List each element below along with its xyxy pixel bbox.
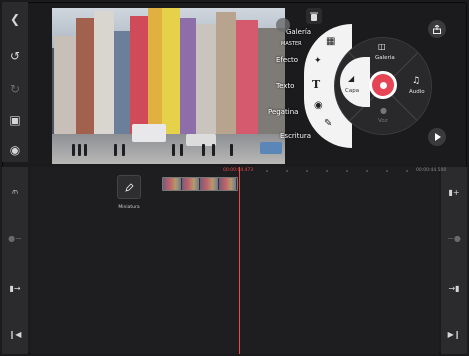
add-layer-icon[interactable]: ▮+ bbox=[441, 181, 467, 203]
preview-building bbox=[162, 8, 180, 136]
music-note-icon[interactable]: ♫ bbox=[412, 76, 420, 86]
share-icon bbox=[433, 24, 441, 34]
preview-person bbox=[180, 144, 183, 156]
split-icon[interactable]: ⫙ bbox=[2, 181, 28, 203]
preview-person bbox=[72, 144, 75, 156]
sticker-icon[interactable]: ◉ bbox=[314, 100, 323, 111]
play-button[interactable] bbox=[428, 128, 446, 146]
preview-building bbox=[76, 18, 94, 136]
texto-label[interactable]: Texto bbox=[276, 82, 294, 90]
wheel-galeria-label[interactable]: Galeria bbox=[375, 55, 395, 61]
preview-person bbox=[202, 144, 205, 156]
fullscreen-icon[interactable]: ▣ bbox=[2, 109, 28, 131]
clip-frame bbox=[181, 178, 200, 190]
preview-building bbox=[148, 8, 162, 136]
end-timecode: 00:00:44.500 bbox=[416, 168, 447, 173]
timeline-right-toolbar: ▮+ −● →▮ ▶❙ bbox=[441, 167, 467, 354]
video-preview[interactable] bbox=[52, 8, 285, 164]
preview-building bbox=[130, 16, 148, 136]
record-hub-button[interactable] bbox=[369, 71, 397, 99]
share-button[interactable] bbox=[428, 20, 446, 38]
delete-button[interactable] bbox=[306, 8, 322, 24]
jump-start-icon[interactable]: ❙◀ bbox=[2, 323, 28, 345]
clip-frame bbox=[218, 178, 237, 190]
clip-frame bbox=[163, 178, 182, 190]
preview-building bbox=[196, 24, 216, 136]
left-toolbar: ❮ ↺ ↻ ▣ ◉ bbox=[2, 2, 28, 162]
handwriting-icon[interactable]: ✎ bbox=[324, 118, 332, 129]
clip-frame bbox=[200, 178, 219, 190]
timeline-left-toolbar: ⫙ ●− ▮→ ❙◀ bbox=[2, 167, 28, 354]
volume-down-icon[interactable]: ●− bbox=[2, 227, 28, 249]
preview-person bbox=[84, 144, 87, 156]
preview-building bbox=[236, 20, 258, 136]
undo-icon[interactable]: ↺ bbox=[2, 45, 28, 67]
timeline[interactable]: 00:00:04.473 00:00:44.500 Miniatura bbox=[30, 167, 446, 354]
layer-icon[interactable]: ◢ bbox=[348, 74, 354, 83]
playhead[interactable] bbox=[239, 167, 240, 354]
image-icon[interactable]: ▦ bbox=[326, 36, 335, 47]
thumbnail-label: Miniatura bbox=[118, 205, 140, 210]
microphone-icon[interactable]: ● bbox=[380, 106, 387, 115]
preview-building bbox=[180, 18, 196, 136]
preview-building bbox=[114, 31, 130, 136]
preview-person bbox=[172, 144, 175, 156]
preview-person bbox=[230, 144, 233, 156]
back-icon[interactable]: ❮ bbox=[2, 8, 28, 30]
wheel-capa-label[interactable]: Capa bbox=[345, 88, 359, 94]
hub-dot-icon bbox=[379, 81, 387, 89]
jump-end-icon[interactable]: ▶❙ bbox=[441, 323, 467, 345]
volume-up-icon[interactable]: −● bbox=[441, 227, 467, 249]
trash-icon bbox=[310, 12, 318, 21]
video-clip[interactable] bbox=[162, 177, 238, 191]
effect-icon[interactable]: ✦ bbox=[314, 56, 322, 66]
settings-gear-icon[interactable] bbox=[276, 18, 290, 32]
preview-person bbox=[122, 144, 125, 156]
preview-truck bbox=[132, 124, 166, 142]
thumbnail-button[interactable] bbox=[117, 175, 141, 199]
snapshot-icon[interactable]: ◉ bbox=[2, 139, 28, 161]
move-right-icon[interactable]: →▮ bbox=[441, 277, 467, 299]
move-left-icon[interactable]: ▮→ bbox=[2, 277, 28, 299]
preview-building bbox=[54, 36, 76, 136]
master-label: MASTER bbox=[281, 41, 302, 47]
preview-person bbox=[212, 144, 215, 156]
preview-building bbox=[216, 12, 236, 136]
text-icon[interactable]: T bbox=[312, 78, 320, 91]
preview-building bbox=[94, 11, 114, 136]
efecto-label[interactable]: Efecto bbox=[276, 56, 298, 64]
pegatina-label[interactable]: Pegatina bbox=[268, 108, 298, 116]
preview-person bbox=[78, 144, 81, 156]
gallery-folder-icon[interactable]: ◫ bbox=[378, 42, 386, 51]
preview-car bbox=[260, 142, 282, 154]
wheel-audio-label[interactable]: Audio bbox=[409, 89, 425, 95]
play-icon bbox=[434, 133, 441, 141]
redo-icon[interactable]: ↻ bbox=[2, 78, 28, 100]
pencil-icon bbox=[124, 182, 134, 192]
escritura-label[interactable]: Escritura bbox=[280, 132, 311, 140]
preview-person bbox=[114, 144, 117, 156]
galeria-label[interactable]: Galería bbox=[286, 28, 311, 36]
wheel-voz-label[interactable]: Voz bbox=[378, 118, 388, 124]
